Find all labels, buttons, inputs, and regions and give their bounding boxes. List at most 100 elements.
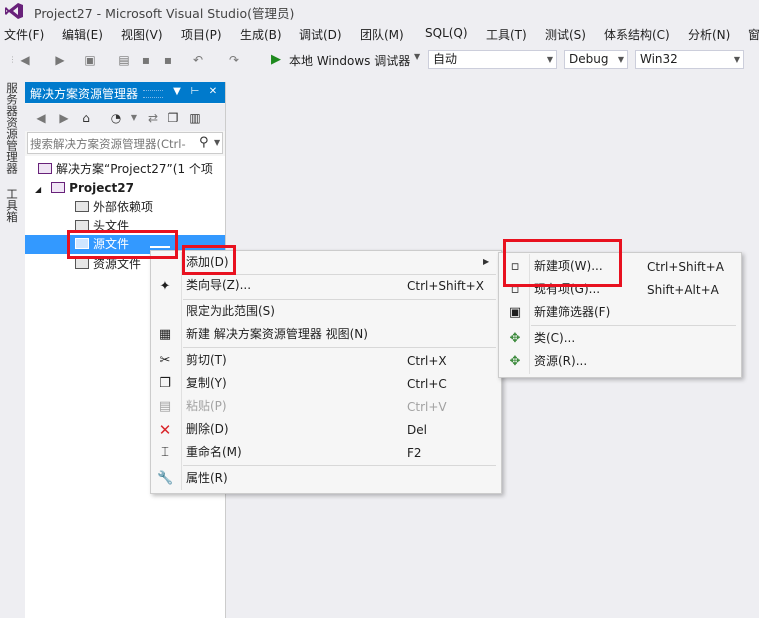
chevron-down-icon: ▼: [617, 55, 624, 64]
platform-value: Win32: [640, 52, 678, 66]
menu-item-resource[interactable]: 资源(R)...: [534, 350, 587, 372]
tree-node-external-deps[interactable]: 外部依赖项: [75, 198, 153, 217]
new-filter-icon: ▣: [508, 305, 522, 320]
menu-icon-column-divider: [181, 252, 182, 490]
menu-test[interactable]: 测试(S): [545, 26, 586, 43]
rename-icon: ⌶: [161, 445, 169, 460]
paste-icon: ▤: [158, 399, 172, 414]
class-wizard-icon: ✦: [159, 279, 171, 294]
header-grip: [143, 90, 163, 98]
tree-node-project-label: Project27: [69, 181, 134, 195]
menu-item-class[interactable]: 类(C)...: [534, 327, 575, 349]
open-file-icon[interactable]: ▤: [116, 52, 132, 68]
solution-config-combo[interactable]: 自动 ▼: [428, 50, 557, 69]
start-debug-dropdown-icon[interactable]: ▼: [414, 52, 420, 61]
menu-item-rename[interactable]: 重命名(M): [186, 441, 242, 463]
tab-toolbox[interactable]: 工具箱: [4, 188, 19, 223]
menu-edit[interactable]: 编辑(E): [62, 26, 103, 43]
shortcut-new-item: Ctrl+Shift+A: [647, 260, 724, 274]
undo-icon[interactable]: ↶: [190, 52, 206, 68]
navigate-back-icon[interactable]: ◀: [17, 52, 33, 68]
menu-item-scope-to-this[interactable]: 限定为此范围(S): [186, 300, 275, 322]
window-title: Project27 - Microsoft Visual Studio(管理员): [34, 6, 295, 21]
search-options-dropdown-icon[interactable]: ▼: [214, 138, 220, 147]
delete-icon: ✕: [158, 421, 172, 439]
redo-icon[interactable]: ↷: [226, 52, 242, 68]
menu-separator: [183, 347, 496, 348]
menu-debug[interactable]: 调试(D): [299, 26, 342, 43]
menu-file[interactable]: 文件(F): [4, 26, 44, 43]
shortcut-rename: F2: [407, 446, 422, 460]
visual-studio-logo-icon: [5, 3, 23, 19]
close-icon[interactable]: ✕: [206, 84, 220, 100]
solution-icon: [38, 163, 52, 174]
platform-combo[interactable]: Win32 ▼: [635, 50, 744, 69]
menu-item-new-filter[interactable]: 新建筛选器(F): [534, 301, 610, 323]
highlight-box-add: [182, 245, 236, 275]
collapse-all-icon[interactable]: ❐: [165, 110, 181, 126]
highlight-box-source-files: [67, 230, 178, 259]
filter-folder-icon: [75, 201, 89, 212]
pin-icon[interactable]: ⊢: [188, 84, 202, 100]
class-icon: ✥: [509, 331, 521, 346]
shortcut-delete: Del: [407, 423, 427, 437]
highlight-box-new-item: [503, 239, 622, 287]
cut-icon: ✂: [159, 353, 171, 368]
menu-sql[interactable]: SQL(Q): [425, 26, 468, 40]
sync-icon[interactable]: ⇄: [145, 110, 161, 126]
new-project-icon[interactable]: ▣: [82, 52, 98, 68]
menu-architecture[interactable]: 体系结构(C): [604, 26, 670, 43]
tree-node-project[interactable]: ◢ Project27: [35, 179, 134, 198]
menu-item-copy[interactable]: 复制(Y): [186, 372, 227, 394]
save-icon[interactable]: ▪: [138, 52, 154, 68]
solution-config-value: 自动: [433, 52, 458, 66]
new-view-icon: ▦: [158, 327, 172, 342]
tab-server-explorer[interactable]: 服务器资源管理器: [4, 82, 19, 174]
build-config-value: Debug: [569, 52, 609, 66]
shortcut-existing-item: Shift+Alt+A: [647, 283, 719, 297]
copy-icon: ❐: [159, 376, 171, 391]
forward-icon[interactable]: ▶: [56, 110, 72, 126]
menu-analyze[interactable]: 分析(N): [688, 26, 730, 43]
menu-item-delete[interactable]: 删除(D): [186, 418, 229, 440]
save-all-icon[interactable]: ▪: [160, 52, 176, 68]
solution-search-placeholder: 搜索解决方案资源管理器(Ctrl-: [30, 137, 186, 151]
wrench-icon: 🔧: [157, 471, 174, 486]
navigate-forward-icon[interactable]: ▶: [52, 52, 68, 68]
menu-tools[interactable]: 工具(T): [486, 26, 527, 43]
menu-item-paste: 粘贴(P): [186, 399, 227, 413]
history-dropdown-icon[interactable]: ▼: [126, 110, 142, 126]
menu-item-properties[interactable]: 属性(R): [186, 467, 228, 489]
tree-node-solution[interactable]: 解决方案“Project27”(1 个项: [38, 160, 213, 179]
expand-arrow-icon[interactable]: ◢: [35, 185, 41, 194]
menu-item-new-view[interactable]: 新建 解决方案资源管理器 视图(N): [186, 323, 368, 345]
menu-view[interactable]: 视图(V): [121, 26, 163, 43]
start-debug-button[interactable]: 本地 Windows 调试器: [289, 52, 410, 69]
resource-icon: ✥: [509, 354, 521, 369]
build-config-combo[interactable]: Debug ▼: [564, 50, 628, 69]
shortcut-copy: Ctrl+C: [407, 377, 447, 391]
menu-separator: [183, 465, 496, 466]
shortcut-paste: Ctrl+V: [407, 400, 447, 414]
menu-item-class-wizard[interactable]: 类向导(Z)...: [186, 274, 251, 296]
chevron-down-icon: ▼: [546, 55, 553, 64]
start-debug-icon[interactable]: ▶: [268, 52, 284, 68]
tree-node-solution-label: 解决方案“Project27”(1 个项: [56, 162, 213, 176]
shortcut-class-wizard: Ctrl+Shift+X: [407, 279, 484, 293]
menu-build[interactable]: 生成(B): [240, 26, 282, 43]
tree-node-label: 外部依赖项: [93, 200, 154, 214]
back-icon[interactable]: ◀: [33, 110, 49, 126]
shortcut-cut: Ctrl+X: [407, 354, 447, 368]
submenu-arrow-icon: ▶: [483, 257, 490, 266]
history-icon[interactable]: ◔: [108, 110, 124, 126]
menu-item-cut[interactable]: 剪切(T): [186, 349, 227, 371]
search-icon[interactable]: ⚲: [199, 135, 209, 150]
tree-node-label: 资源文件: [93, 257, 142, 271]
menu-team[interactable]: 团队(M): [360, 26, 404, 43]
window-position-dropdown-icon[interactable]: ▼: [170, 84, 184, 100]
menu-window[interactable]: 窗: [748, 26, 759, 43]
show-all-files-icon[interactable]: ▥: [187, 110, 203, 126]
home-icon[interactable]: ⌂: [78, 110, 94, 126]
menu-project[interactable]: 项目(P): [181, 26, 222, 43]
solution-explorer-title: 解决方案资源管理器: [30, 87, 139, 101]
